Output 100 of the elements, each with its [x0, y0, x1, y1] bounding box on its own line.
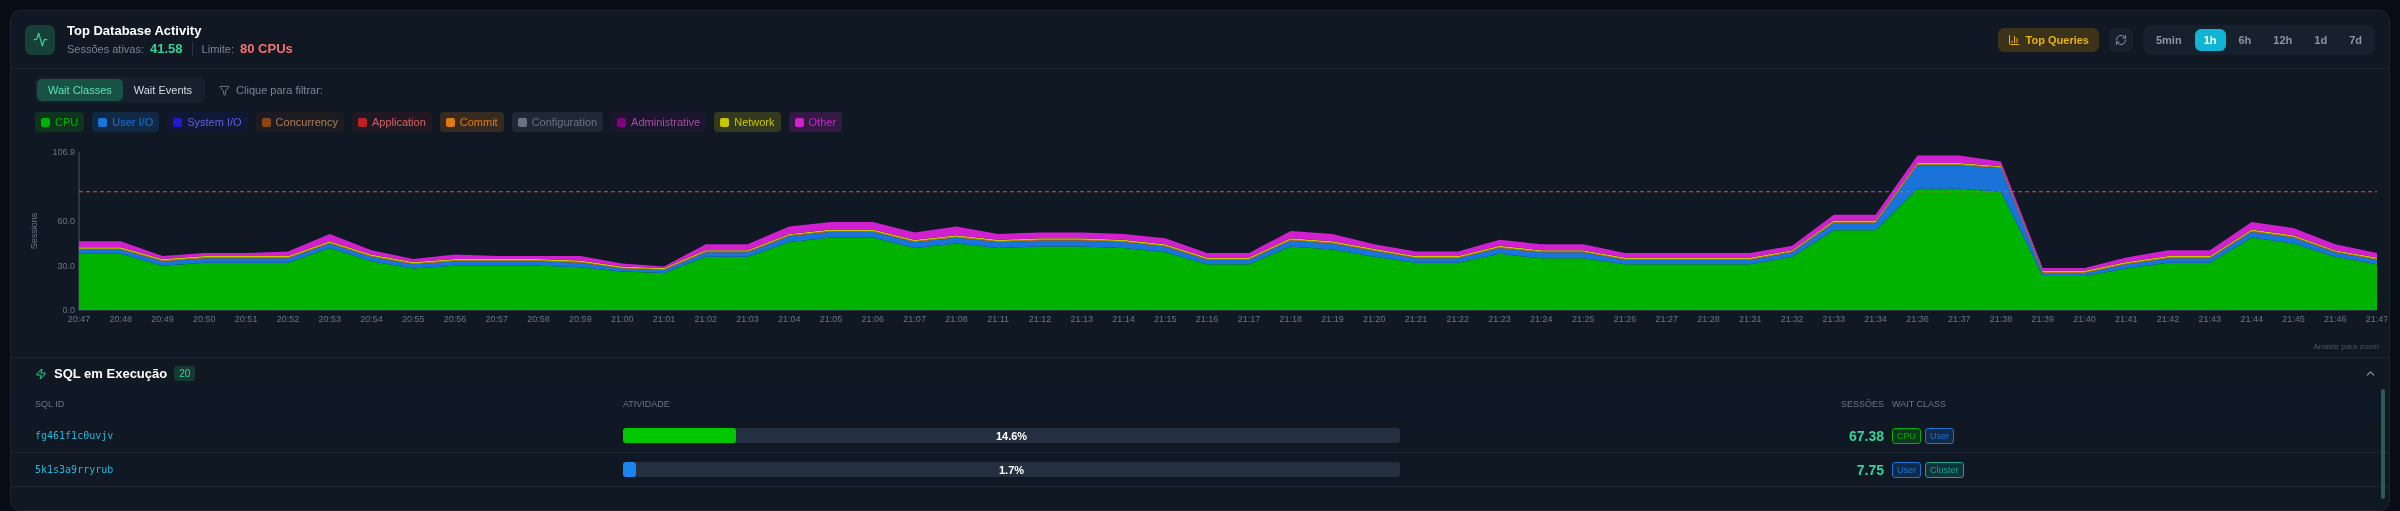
axis-tick-label: 21:41 — [2115, 314, 2138, 324]
axis-tick-label: 21:12 — [1028, 314, 1052, 324]
axis-tick-label: 20:47 — [67, 314, 91, 324]
legend-filter-chip[interactable]: Commit — [439, 112, 504, 132]
wait-class-tag: User — [1892, 461, 1921, 478]
axis-tick-label: 21:16 — [1195, 314, 1219, 324]
time-range-button[interactable]: 5min — [2146, 28, 2191, 51]
filter-hint: Clique para filtrar: — [236, 84, 323, 96]
axis-tick-label: 21:07 — [903, 314, 926, 324]
view-tab[interactable]: Wait Events — [122, 79, 204, 101]
sessions-value: 7.75 — [1856, 461, 1884, 478]
axis-tick-label: 21:33 — [1822, 314, 1846, 324]
axis-tick-label: 21:21 — [1404, 314, 1428, 324]
legend-filter-chip[interactable]: Configuration — [511, 112, 604, 132]
active-sessions-label: Sessões ativas: — [67, 42, 145, 55]
time-range-button[interactable]: 7d — [2340, 28, 2371, 51]
legend-filter-chip[interactable]: System I/O — [167, 112, 248, 132]
axis-tick-label: 21:36 — [1906, 314, 1929, 324]
legend-filter-chip[interactable]: Application — [351, 112, 432, 132]
axis-tick-label: 21:04 — [778, 314, 801, 324]
axis-tick-label: 21:02 — [694, 314, 717, 324]
axis-tick-label: 21:37 — [1947, 314, 1971, 324]
axis-tick-label: 21:06 — [861, 314, 885, 324]
axis-tick-label: 21:32 — [1780, 314, 1804, 324]
axis-tick-label: 21:24 — [1530, 314, 1553, 324]
axis-tick-label: 21:14 — [1112, 314, 1135, 324]
lightning-icon — [35, 367, 47, 380]
axis-tick-label: 21:05 — [819, 314, 843, 324]
axis-tick-label: 20:50 — [193, 314, 216, 324]
top-queries-button[interactable]: Top Queries — [1997, 27, 2099, 52]
limit-value: 80 CPUs — [240, 41, 293, 56]
axis-tick-label: 20:54 — [360, 314, 383, 324]
legend-filter-chip[interactable]: Concurrency — [255, 112, 344, 132]
activity-percent: 1.7% — [998, 463, 1025, 476]
axis-tick-label: 21:27 — [1655, 314, 1678, 324]
axis-tick-label: 21:45 — [2282, 314, 2305, 324]
limit-label: Limite: — [201, 42, 234, 55]
axis-tick-label: 21:47 — [2365, 314, 2387, 324]
legend-filter-chip[interactable]: CPU — [35, 112, 85, 132]
axis-tick-label: 21:31 — [1739, 314, 1762, 324]
axis-tick-label: 60.0 — [57, 216, 75, 227]
activity-icon — [25, 24, 55, 55]
column-header: ATIVIDADE — [623, 399, 670, 409]
axis-tick-label: 20:59 — [569, 314, 592, 324]
axis-tick-label: 30.0 — [57, 260, 75, 271]
active-sessions-value: 41.58 — [150, 41, 183, 56]
axis-tick-label: 21:43 — [2198, 314, 2222, 324]
count-badge: 20 — [174, 366, 196, 381]
axis-tick-label: 21:19 — [1321, 314, 1344, 324]
column-header: SESSÕES — [1840, 399, 1884, 409]
axis-tick-label: 21:03 — [736, 314, 759, 324]
axis-tick-label: 21:00 — [610, 314, 634, 324]
sql-id-link[interactable]: fg461f1c0uvjv — [35, 430, 615, 441]
axis-tick-label: 21:42 — [2156, 314, 2180, 324]
axis-tick-label: 106.9 — [52, 147, 75, 157]
time-range-button[interactable]: 1d — [2305, 28, 2337, 51]
axis-title: Sessions — [29, 212, 39, 250]
axis-tick-label: 21:46 — [2323, 314, 2347, 324]
axis-tick-label: 20:51 — [234, 314, 258, 324]
scrollbar[interactable] — [2381, 389, 2385, 499]
view-tab[interactable]: Wait Classes — [37, 79, 123, 101]
column-header: SQL ID — [35, 399, 65, 409]
axis-tick-label: 20:52 — [276, 314, 300, 324]
axis-tick-label: 21:40 — [2073, 314, 2096, 324]
axis-tick-label: 21:23 — [1488, 314, 1511, 324]
axis-tick-label: 21:26 — [1613, 314, 1637, 324]
sql-id-link[interactable]: 5k1s3a9rryrub — [35, 464, 615, 475]
axis-tick-label: 20:58 — [527, 314, 550, 324]
activity-percent: 14.6% — [995, 429, 1028, 442]
wait-class-tag: CPU — [1892, 427, 1921, 444]
axis-tick-label: 0.0 — [62, 305, 75, 315]
sessions-value: 67.38 — [1848, 427, 1884, 444]
axis-tick-label: 20:53 — [318, 314, 341, 324]
axis-tick-label: 21:34 — [1864, 314, 1887, 324]
axis-tick-label: 21:28 — [1697, 314, 1720, 324]
wait-class-tag: Cluster — [1925, 461, 1964, 478]
section-title: SQL em Execução — [54, 366, 168, 381]
axis-tick-label: 20:49 — [151, 314, 174, 324]
refresh-icon — [2114, 33, 2127, 46]
time-range-button[interactable]: 6h — [2229, 28, 2261, 51]
time-range-button[interactable]: 12h — [2264, 28, 2302, 51]
legend-filter-chip[interactable]: Administrative — [611, 112, 707, 132]
column-header: WAIT CLASS — [1892, 399, 1946, 409]
refresh-button[interactable] — [2108, 27, 2133, 52]
legend-filter-chip[interactable]: Other — [788, 112, 843, 132]
axis-tick-label: 21:08 — [945, 314, 968, 324]
axis-tick-label: 21:25 — [1571, 314, 1595, 324]
legend-filter-chip[interactable]: User I/O — [92, 112, 160, 132]
axis-tick-label: 20:55 — [402, 314, 425, 324]
axis-tick-label: 20:48 — [109, 314, 133, 324]
axis-tick-label: 21:38 — [1989, 314, 2013, 324]
bar-chart-icon — [2007, 33, 2020, 46]
axis-tick-label: 20:57 — [485, 314, 509, 324]
filter-icon — [219, 84, 231, 96]
axis-tick-label: 20:56 — [443, 314, 467, 324]
axis-tick-label: 21:18 — [1279, 314, 1302, 324]
legend-filter-chip[interactable]: Network — [714, 112, 781, 132]
axis-tick-label: 21:15 — [1154, 314, 1177, 324]
axis-tick-label: 21:11 — [987, 314, 1010, 324]
axis-tick-label: 21:20 — [1362, 314, 1386, 324]
